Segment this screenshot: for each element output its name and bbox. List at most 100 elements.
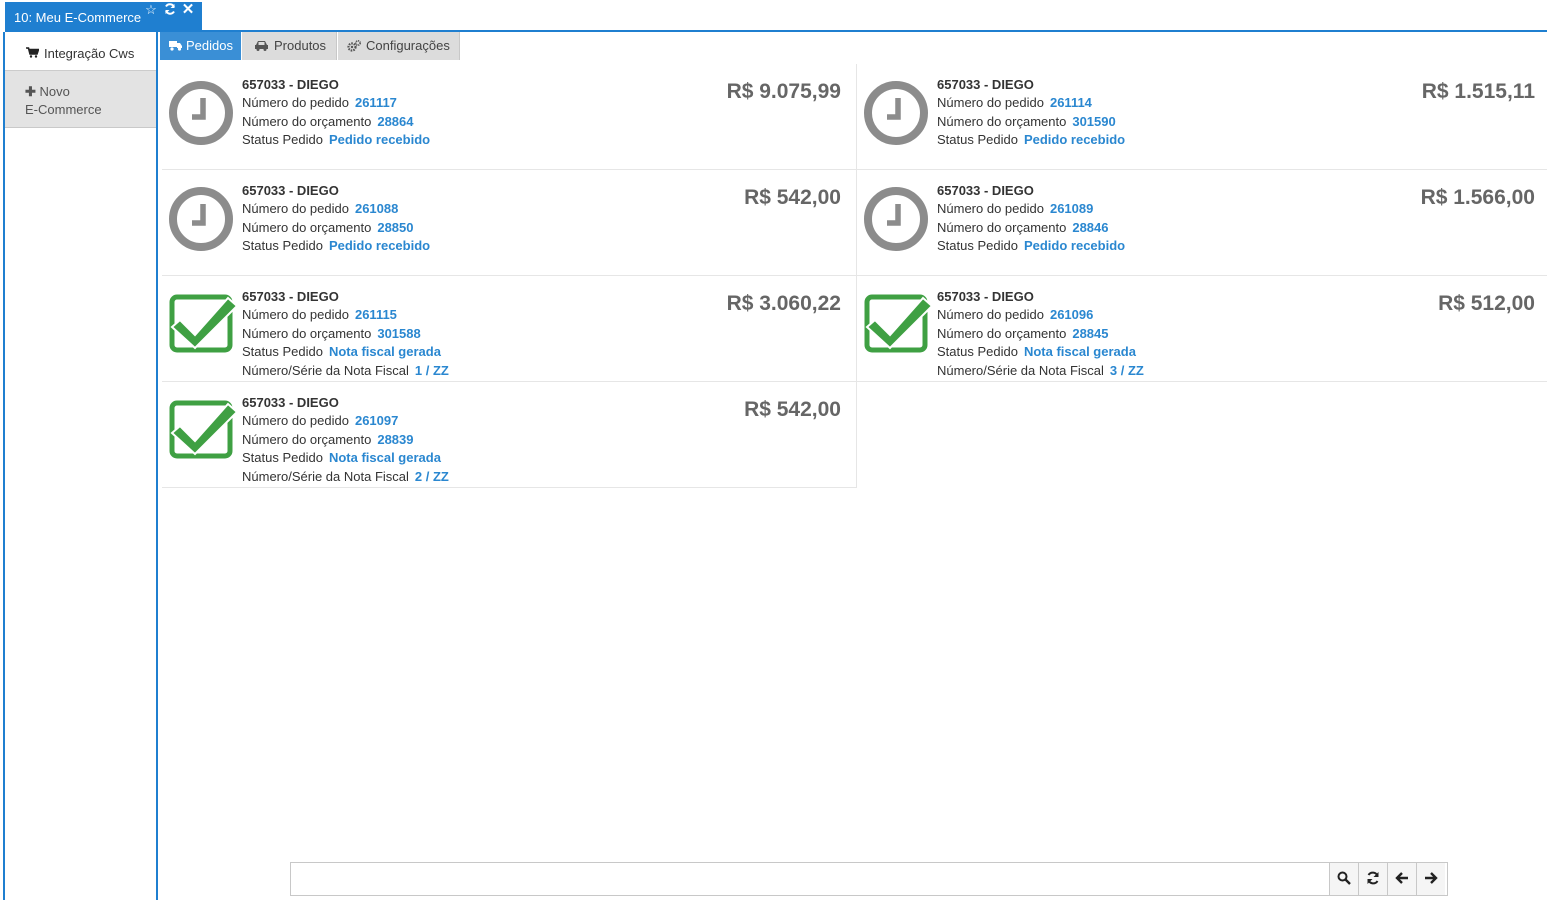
order-customer: 657033 - DIEGO — [242, 395, 339, 410]
pedido-number[interactable]: 261115 — [355, 307, 397, 322]
orcamento-label: Número do orçamento — [242, 326, 372, 341]
status-value[interactable]: Nota fiscal gerada — [1024, 344, 1136, 359]
order-card[interactable]: 657033 - DIEGO Número do pedido 261088 Nú… — [162, 170, 857, 276]
orcamento-label: Número do orçamento — [242, 432, 372, 447]
cart-icon — [26, 47, 39, 58]
order-price: R$ 512,00 — [1438, 292, 1535, 315]
truck-icon — [169, 41, 182, 51]
order-card[interactable]: 657033 - DIEGO Número do pedido 261089 Nú… — [857, 170, 1547, 276]
sidebar-item-integracao[interactable]: Integração Cws — [5, 35, 156, 70]
clock-icon — [169, 81, 233, 145]
nota-value[interactable]: 1 / ZZ — [415, 363, 449, 378]
order-customer: 657033 - DIEGO — [242, 183, 339, 198]
order-customer: 657033 - DIEGO — [937, 77, 1034, 92]
next-button[interactable] — [1416, 863, 1445, 895]
order-price: R$ 9.075,99 — [726, 80, 841, 103]
order-card[interactable]: 657033 - DIEGO Número do pedido 261114 Nú… — [857, 64, 1547, 170]
clock-icon — [864, 81, 928, 145]
status-value[interactable]: Pedido recebido — [329, 238, 430, 253]
sidebar-item-novo-ecommerce[interactable]: ✚ Novo E-Commerce — [5, 70, 156, 128]
search-input[interactable] — [291, 863, 1329, 895]
status-value[interactable]: Pedido recebido — [329, 132, 430, 147]
nota-value[interactable]: 2 / ZZ — [415, 469, 449, 484]
pedido-label: Número do pedido — [937, 95, 1044, 110]
sidebar-item-label-line1: Novo — [39, 84, 70, 99]
orcamento-label: Número do orçamento — [937, 326, 1067, 341]
status-label: Status Pedido — [937, 238, 1018, 253]
orcamento-number[interactable]: 301588 — [377, 326, 420, 341]
status-label: Status Pedido — [242, 132, 323, 147]
order-customer: 657033 - DIEGO — [242, 77, 339, 92]
order-customer: 657033 - DIEGO — [937, 183, 1034, 198]
pedido-number[interactable]: 261096 — [1050, 307, 1093, 322]
check-icon — [864, 294, 933, 353]
search-bar — [290, 862, 1448, 896]
order-price: R$ 1.566,00 — [1420, 186, 1535, 209]
nota-label: Número/Série da Nota Fiscal — [937, 363, 1104, 378]
pedido-label: Número do pedido — [937, 307, 1044, 322]
check-icon — [169, 294, 238, 353]
order-card[interactable]: 657033 - DIEGO Número do pedido 261097 Nú… — [162, 382, 857, 488]
orcamento-number[interactable]: 28850 — [377, 220, 413, 235]
refresh-icon — [1367, 871, 1379, 885]
orcamento-label: Número do orçamento — [242, 114, 372, 129]
order-card[interactable]: 657033 - DIEGO Número do pedido 261115 Nú… — [162, 276, 857, 382]
orcamento-label: Número do orçamento — [937, 220, 1067, 235]
cogs-icon — [347, 40, 361, 52]
nota-value[interactable]: 3 / ZZ — [1110, 363, 1144, 378]
pedido-number[interactable]: 261089 — [1050, 201, 1093, 216]
arrow-right-icon — [1425, 872, 1438, 884]
orcamento-number[interactable]: 28864 — [377, 114, 413, 129]
status-value[interactable]: Nota fiscal gerada — [329, 344, 441, 359]
status-value[interactable]: Nota fiscal gerada — [329, 450, 441, 465]
pedido-number[interactable]: 261117 — [355, 95, 397, 110]
pedido-label: Número do pedido — [242, 307, 349, 322]
status-label: Status Pedido — [242, 450, 323, 465]
status-label: Status Pedido — [242, 238, 323, 253]
orcamento-label: Número do orçamento — [242, 220, 372, 235]
order-customer: 657033 - DIEGO — [937, 289, 1034, 304]
sidebar-item-label: Integração Cws — [44, 46, 135, 61]
status-value[interactable]: Pedido recebido — [1024, 238, 1125, 253]
pedido-number[interactable]: 261088 — [355, 201, 398, 216]
order-price: R$ 542,00 — [744, 186, 841, 209]
refresh-icon[interactable] — [163, 3, 177, 17]
pedido-number[interactable]: 261097 — [355, 413, 398, 428]
window-tab[interactable]: 10: Meu E-Commerce ☆ ✕ — [5, 2, 202, 30]
status-label: Status Pedido — [937, 344, 1018, 359]
orcamento-number[interactable]: 28846 — [1072, 220, 1108, 235]
nota-label: Número/Série da Nota Fiscal — [242, 469, 409, 484]
clock-icon — [864, 187, 928, 251]
tab-label: Configurações — [366, 38, 450, 53]
order-card[interactable]: 657033 - DIEGO Número do pedido 261096 Nú… — [857, 276, 1547, 382]
tab-label: Pedidos — [186, 38, 233, 53]
tab-label: Produtos — [274, 38, 327, 53]
tab-configuracoes[interactable]: Configurações — [338, 32, 460, 60]
orcamento-number[interactable]: 28839 — [377, 432, 413, 447]
sidebar-item-label-line2: E-Commerce — [25, 102, 102, 117]
order-price: R$ 542,00 — [744, 398, 841, 421]
orcamento-label: Número do orçamento — [937, 114, 1067, 129]
car-icon — [255, 41, 268, 51]
order-price: R$ 1.515,11 — [1421, 80, 1535, 103]
pedido-label: Número do pedido — [242, 413, 349, 428]
star-icon[interactable]: ☆ — [144, 3, 158, 17]
previous-button[interactable] — [1387, 863, 1416, 895]
search-button[interactable] — [1329, 863, 1358, 895]
arrow-left-icon — [1395, 872, 1408, 884]
clock-icon — [169, 187, 233, 251]
nota-label: Número/Série da Nota Fiscal — [242, 363, 409, 378]
orcamento-number[interactable]: 28845 — [1072, 326, 1108, 341]
tab-pedidos[interactable]: Pedidos — [160, 32, 241, 60]
pedido-label: Número do pedido — [242, 201, 349, 216]
pedido-number[interactable]: 261114 — [1050, 95, 1092, 110]
window-tab-title: 10: Meu E-Commerce — [14, 10, 142, 25]
pedido-label: Número do pedido — [242, 95, 349, 110]
orcamento-number[interactable]: 301590 — [1072, 114, 1115, 129]
status-label: Status Pedido — [242, 344, 323, 359]
status-value[interactable]: Pedido recebido — [1024, 132, 1125, 147]
order-card[interactable]: 657033 - DIEGO Número do pedido 261117 Nú… — [162, 64, 857, 170]
tab-produtos[interactable]: Produtos — [242, 32, 337, 60]
close-icon[interactable]: ✕ — [181, 2, 195, 17]
refresh-button[interactable] — [1358, 863, 1387, 895]
